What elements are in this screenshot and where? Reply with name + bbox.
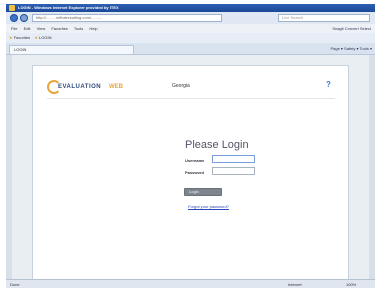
region-label: Georgia xyxy=(172,83,190,89)
favorites-bar: ★ Favorites ★ LOGIN xyxy=(6,33,375,43)
search-input[interactable]: Live Search xyxy=(278,14,370,22)
back-button[interactable] xyxy=(10,14,18,22)
address-row: http://........./effortresulting.com/...… xyxy=(6,12,375,24)
menu-help[interactable]: Help xyxy=(89,26,97,31)
logo-text: EVALUATION xyxy=(58,84,102,90)
page-viewport: EVALUATION WEB Georgia ? Please Login Us… xyxy=(12,55,369,281)
header-divider xyxy=(47,98,335,99)
menu-bar: File Edit View Favorites Tools Help Snag… xyxy=(6,24,375,33)
browser-window: LOGIN - Windows Internet Explorer provid… xyxy=(6,4,375,288)
menu-tools[interactable]: Tools xyxy=(74,26,83,31)
login-button[interactable]: Login xyxy=(184,188,222,196)
menu-favorites[interactable]: Favorites xyxy=(51,26,67,31)
tab-row: LOGIN Page ▾ Safety ▾ Tools ▾ xyxy=(6,43,375,55)
menu-view[interactable]: View xyxy=(37,26,46,31)
security-zone: Internet xyxy=(288,282,302,287)
username-label: Username xyxy=(185,158,205,163)
help-icon[interactable]: ? xyxy=(326,80,331,89)
password-field[interactable] xyxy=(212,167,255,175)
address-bar[interactable]: http://........./effortresulting.com/...… xyxy=(32,14,222,22)
menu-file[interactable]: File xyxy=(11,26,17,31)
command-bar[interactable]: Page ▾ Safety ▾ Tools ▾ xyxy=(330,45,372,53)
forward-button[interactable] xyxy=(20,14,28,22)
status-bar: Done Internet 100% xyxy=(6,279,375,288)
password-label: Password xyxy=(185,170,204,175)
favorites-star-icon[interactable]: ★ xyxy=(9,35,13,40)
menu-edit[interactable]: Edit xyxy=(24,26,31,31)
status-text: Done xyxy=(10,282,20,287)
toolbar-right[interactable]: Snagit Convert Select xyxy=(332,24,371,33)
ie-icon xyxy=(9,5,15,11)
forgot-password-link[interactable]: Forgot your password? xyxy=(188,204,229,209)
zoom-level[interactable]: 100% xyxy=(346,280,356,288)
login-page: EVALUATION WEB Georgia ? Please Login Us… xyxy=(32,65,349,281)
add-favorite-icon[interactable]: ★ xyxy=(34,35,38,40)
username-field[interactable] xyxy=(212,155,255,163)
favorites-button[interactable]: Favorites xyxy=(14,35,30,40)
evaluationweb-logo: EVALUATION WEB xyxy=(47,80,139,96)
title-bar: LOGIN - Windows Internet Explorer provid… xyxy=(6,4,375,12)
favorite-link[interactable]: LOGIN xyxy=(39,35,51,40)
window-title: LOGIN - Windows Internet Explorer provid… xyxy=(18,5,119,10)
tab-login[interactable]: LOGIN xyxy=(9,45,134,54)
logo-text-web: WEB xyxy=(109,84,123,90)
page-title: Please Login xyxy=(185,139,249,151)
